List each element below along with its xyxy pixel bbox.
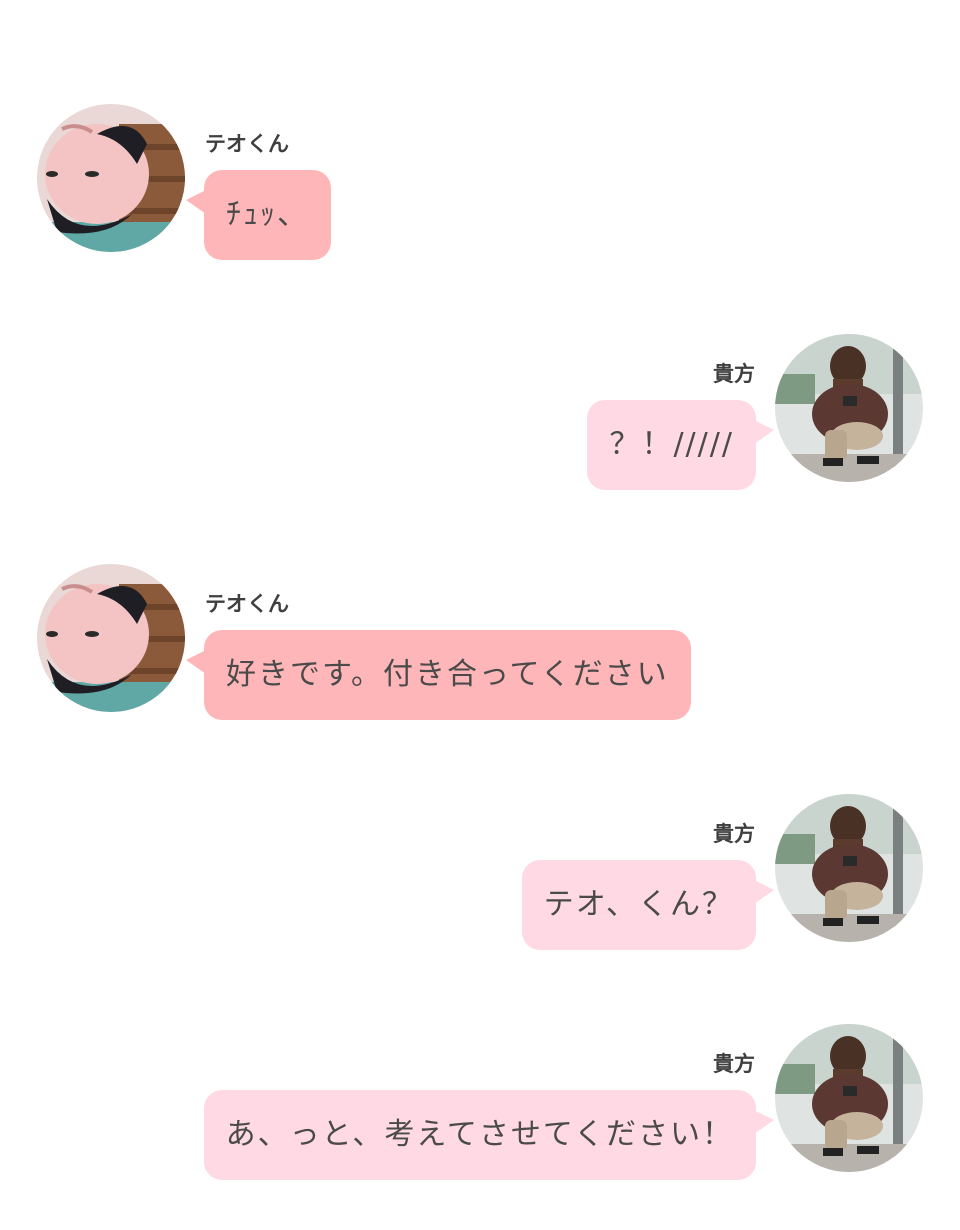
bubble-tail — [754, 1110, 774, 1134]
sender-name: 貴方 — [713, 362, 755, 386]
you-avatar[interactable] — [775, 334, 923, 482]
chat-message: 貴方 テオ、くん？ — [0, 794, 960, 950]
chat-message: テオくん ﾁｭｯ、 — [0, 104, 960, 260]
teo-avatar[interactable] — [37, 104, 185, 252]
message-bubble[interactable]: あ、っと、考えてさせてください！ — [203, 1090, 756, 1180]
chat-message: 貴方 あ、っと、考えてさせてください！ — [0, 1024, 960, 1180]
sender-name: 貴方 — [713, 1052, 755, 1076]
bubble-tail — [754, 880, 774, 904]
you-avatar[interactable] — [775, 1024, 923, 1172]
sender-name: テオくん — [205, 592, 289, 616]
sender-name: テオくん — [205, 132, 289, 156]
bubble-tail — [754, 420, 774, 444]
chat-message: 貴方 ？！///// — [0, 334, 960, 490]
message-bubble[interactable]: ﾁｭｯ、 — [204, 170, 331, 260]
bubble-tail — [186, 650, 206, 674]
bubble-tail — [186, 190, 206, 214]
chat-message: テオくん 好きです。付き合ってください — [0, 564, 960, 720]
message-bubble[interactable]: テオ、くん？ — [521, 860, 756, 950]
teo-avatar[interactable] — [37, 564, 185, 712]
you-avatar[interactable] — [775, 794, 923, 942]
message-bubble[interactable]: ？！///// — [587, 400, 756, 490]
sender-name: 貴方 — [713, 822, 755, 846]
message-bubble[interactable]: 好きです。付き合ってください — [204, 630, 691, 720]
